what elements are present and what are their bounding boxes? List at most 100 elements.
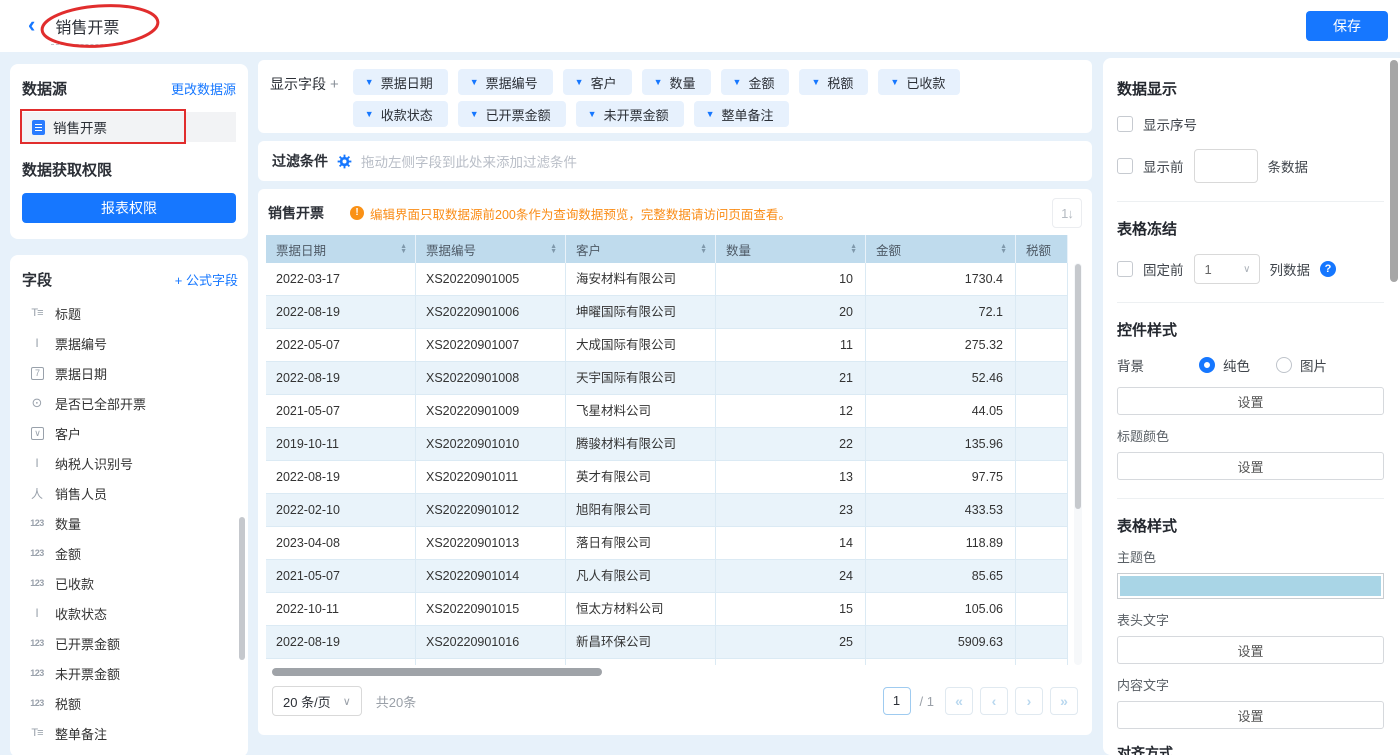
- display-field-chip[interactable]: ▼整单备注: [694, 101, 789, 127]
- table-vertical-scroll-thumb[interactable]: [1075, 264, 1081, 509]
- field-item-number[interactable]: 123已开票金额: [22, 628, 238, 658]
- field-item-person[interactable]: 人销售人员: [22, 478, 238, 508]
- background-set-button[interactable]: 设置: [1117, 387, 1384, 415]
- display-field-chip[interactable]: ▼金额: [721, 69, 790, 95]
- sort-arrows-icon[interactable]: ▲▼: [850, 244, 857, 254]
- field-item-select[interactable]: ∨客户: [22, 418, 238, 448]
- table-freeze-heading: 表格冻结: [1117, 218, 1384, 239]
- display-field-chip[interactable]: ▼票据编号: [458, 69, 553, 95]
- table-row[interactable]: 2022-08-19XS20220901011英才有限公司1397.75: [266, 461, 1068, 494]
- table-body: 2022-03-17XS20220901005海安材料有限公司101730.42…: [266, 263, 1082, 665]
- page-number-input[interactable]: 1: [883, 687, 911, 715]
- change-datasource-link[interactable]: 更改数据源: [171, 79, 236, 98]
- table-row[interactable]: 2023-04-08XS20220901013落日有限公司14118.89: [266, 527, 1068, 560]
- display-field-chip[interactable]: ▼已开票金额: [458, 101, 566, 127]
- datasource-item[interactable]: 销售开票: [22, 112, 236, 142]
- table-row[interactable]: 2022-08-19XS20220901008天宇国际有限公司2152.46: [266, 362, 1068, 395]
- content-text-set-button[interactable]: 设置: [1117, 701, 1384, 729]
- show-first-checkbox[interactable]: [1117, 158, 1133, 174]
- column-header[interactable]: 票据编号▲▼: [416, 235, 566, 263]
- display-field-chip[interactable]: ▼客户: [563, 69, 632, 95]
- sort-arrows-icon[interactable]: ▲▼: [700, 244, 707, 254]
- header-text-label: 表头文字: [1117, 610, 1384, 629]
- field-label: 票据编号: [55, 334, 107, 353]
- show-index-checkbox[interactable]: [1117, 116, 1133, 132]
- sort-arrows-icon[interactable]: ▲▼: [550, 244, 557, 254]
- field-item-radio[interactable]: ⊙是否已全部开票: [22, 388, 238, 418]
- table-row[interactable]: 2022-05-07XS20220901007大成国际有限公司11275.32: [266, 329, 1068, 362]
- table-row[interactable]: 2021-05-07XS20220901014凡人有限公司2485.65: [266, 560, 1068, 593]
- field-item-text[interactable]: I票据编号: [22, 328, 238, 358]
- fix-columns-select[interactable]: 1 ∨: [1194, 254, 1260, 284]
- display-field-chip[interactable]: ▼未开票金额: [576, 101, 684, 127]
- dropdown-triangle-icon: ▼: [365, 109, 374, 119]
- show-first-count-input[interactable]: [1194, 149, 1258, 183]
- prev-page-button[interactable]: ‹: [980, 687, 1008, 715]
- back-icon[interactable]: ‹: [28, 14, 35, 36]
- sort-arrows-icon[interactable]: ▲▼: [400, 244, 407, 254]
- field-item-number[interactable]: 123已收款: [22, 568, 238, 598]
- help-icon[interactable]: ?: [1320, 261, 1336, 277]
- theme-color-swatch[interactable]: [1117, 573, 1384, 599]
- page-title[interactable]: 销售开票: [51, 20, 123, 45]
- field-item-title[interactable]: T≡标题: [22, 298, 238, 328]
- column-header[interactable]: 票据日期▲▼: [266, 235, 416, 263]
- field-item-date[interactable]: 7票据日期: [22, 358, 238, 388]
- column-header[interactable]: 数量▲▼: [716, 235, 866, 263]
- save-button[interactable]: 保存: [1306, 11, 1388, 41]
- table-row[interactable]: 2019-10-11XS20220901010腾骏材料有限公司22135.96: [266, 428, 1068, 461]
- sort-order-icon[interactable]: 1↓: [1052, 198, 1082, 228]
- table-row[interactable]: 2022-08-19XS20220901006坤曜国际有限公司2072.1: [266, 296, 1068, 329]
- next-page-button[interactable]: ›: [1015, 687, 1043, 715]
- column-header[interactable]: 客户▲▼: [566, 235, 716, 263]
- display-field-chip[interactable]: ▼票据日期: [353, 69, 448, 95]
- header-text-set-button[interactable]: 设置: [1117, 636, 1384, 664]
- chevron-down-icon: ∨: [1243, 264, 1250, 275]
- field-item-number[interactable]: 123金额: [22, 538, 238, 568]
- field-item-number[interactable]: 123数量: [22, 508, 238, 538]
- formula-field-link[interactable]: + 公式字段: [175, 270, 238, 289]
- text-field-icon: I: [28, 606, 46, 620]
- table-row[interactable]: 2022-10-11XS20220901015恒太方材料公司15105.06: [266, 593, 1068, 626]
- table-row[interactable]: 2022-02-10XS20220901012旭阳有限公司23433.53: [266, 494, 1068, 527]
- table-cell: 腾骏材料有限公司: [566, 428, 716, 461]
- table-row[interactable]: 2021-05-07XS20220901009飞星材料公司1244.05: [266, 395, 1068, 428]
- page-size-select[interactable]: 20 条/页 ∨: [272, 686, 362, 716]
- field-item-number[interactable]: 123税额: [22, 688, 238, 718]
- table-cell: XS20220901016: [416, 626, 566, 659]
- display-field-chip[interactable]: ▼税额: [799, 69, 868, 95]
- table-horizontal-scrollbar[interactable]: [266, 668, 1082, 676]
- fix-columns-checkbox[interactable]: [1117, 261, 1133, 277]
- table-cell: 大成国际有限公司: [566, 329, 716, 362]
- table-vertical-scrollbar[interactable]: [1074, 263, 1082, 665]
- field-item-number[interactable]: 123未开票金额: [22, 658, 238, 688]
- column-header[interactable]: 金额▲▼: [866, 235, 1016, 263]
- image-radio[interactable]: [1276, 357, 1292, 373]
- column-header[interactable]: 税额: [1016, 235, 1068, 263]
- chip-label: 客户: [591, 73, 617, 92]
- gear-icon[interactable]: [337, 154, 352, 169]
- table-row[interactable]: 2022-08-19XS20220901016新昌环保公司255909.63: [266, 626, 1068, 659]
- table-cell: 11: [716, 329, 866, 362]
- table-horizontal-scroll-thumb[interactable]: [272, 668, 602, 676]
- table-cell: 2023-04-08: [266, 527, 416, 560]
- display-field-chip[interactable]: ▼数量: [642, 69, 711, 95]
- add-field-icon[interactable]: +: [330, 76, 339, 93]
- table-row[interactable]: 2022-03-17XS20220901005海安材料有限公司101730.4: [266, 263, 1068, 296]
- solid-color-radio[interactable]: [1199, 357, 1215, 373]
- field-item-title[interactable]: T≡整单备注: [22, 718, 238, 748]
- image-label: 图片: [1300, 355, 1327, 375]
- first-page-button[interactable]: «: [945, 687, 973, 715]
- display-field-chip[interactable]: ▼已收款: [878, 69, 960, 95]
- field-item-text[interactable]: I纳税人识别号: [22, 448, 238, 478]
- field-item-text[interactable]: I收款状态: [22, 598, 238, 628]
- report-permission-button[interactable]: 报表权限: [22, 193, 236, 223]
- page-scrollbar[interactable]: [1390, 60, 1398, 282]
- sort-arrows-icon[interactable]: ▲▼: [1000, 244, 1007, 254]
- title-color-set-button[interactable]: 设置: [1117, 452, 1384, 480]
- display-field-chip[interactable]: ▼收款状态: [353, 101, 448, 127]
- fields-scrollbar[interactable]: [239, 517, 245, 660]
- chip-label: 票据编号: [486, 73, 538, 92]
- filter-placeholder[interactable]: 拖动左侧字段到此处来添加过滤条件: [361, 151, 577, 171]
- last-page-button[interactable]: »: [1050, 687, 1078, 715]
